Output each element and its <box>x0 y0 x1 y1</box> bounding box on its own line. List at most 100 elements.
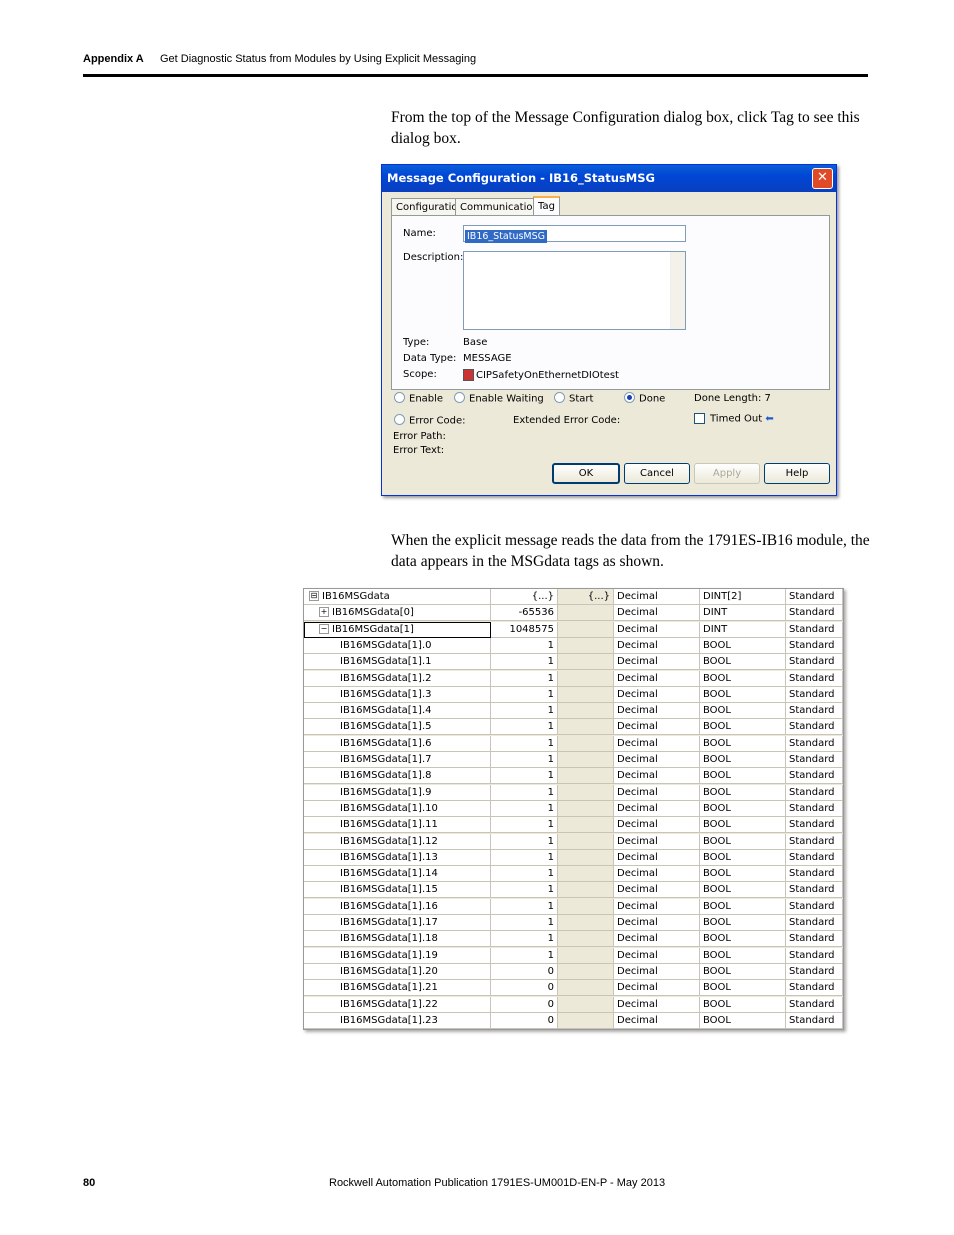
class-cell[interactable]: Standard <box>786 915 843 931</box>
table-row[interactable]: IB16MSGdata[1].11 1 Decimal BOOL Standard <box>304 817 843 834</box>
style-cell[interactable]: Decimal <box>614 637 700 654</box>
style-cell[interactable]: Decimal <box>614 719 700 736</box>
value-cell[interactable]: 1 <box>491 817 558 834</box>
value-cell[interactable]: 0 <box>491 963 558 980</box>
data-type-cell[interactable]: BOOL <box>700 637 786 654</box>
class-cell[interactable]: Standard <box>786 621 843 638</box>
description-scrollbar[interactable] <box>670 252 685 329</box>
class-cell[interactable]: Standard <box>786 735 843 752</box>
style-cell[interactable]: Decimal <box>614 800 700 817</box>
class-cell[interactable]: Standard <box>786 882 843 899</box>
class-cell[interactable]: Standard <box>786 605 843 622</box>
tab-communication[interactable]: Communication <box>455 198 544 216</box>
tag-name-cell[interactable]: IB16MSGdata[1].3 <box>304 686 491 703</box>
value-cell[interactable]: 1 <box>491 947 558 964</box>
table-row[interactable]: IB16MSGdata[1].14 1 Decimal BOOL Standard <box>304 866 843 883</box>
table-row[interactable]: IB16MSGdata[1].4 1 Decimal BOOL Standard <box>304 703 843 720</box>
data-type-cell[interactable]: BOOL <box>700 686 786 703</box>
style-cell[interactable]: Decimal <box>614 963 700 980</box>
tag-name-cell[interactable]: − IB16MSGdata[1] <box>304 621 491 638</box>
style-cell[interactable]: Decimal <box>614 768 700 785</box>
tag-name-cell[interactable]: IB16MSGdata[1].17 <box>304 915 491 931</box>
tag-name-cell[interactable]: IB16MSGdata[1].0 <box>304 637 491 654</box>
data-type-cell[interactable]: BOOL <box>700 996 786 1013</box>
data-type-cell[interactable]: BOOL <box>700 768 786 785</box>
style-cell[interactable]: Decimal <box>614 882 700 899</box>
class-cell[interactable]: Standard <box>786 963 843 980</box>
tag-name-cell[interactable]: IB16MSGdata[1].21 <box>304 980 491 997</box>
style-cell[interactable]: Decimal <box>614 735 700 752</box>
tag-name-cell[interactable]: IB16MSGdata[1].22 <box>304 996 491 1013</box>
data-type-cell[interactable]: BOOL <box>700 752 786 768</box>
table-row[interactable]: IB16MSGdata[1].7 1 Decimal BOOL Standard <box>304 752 843 768</box>
table-row[interactable]: IB16MSGdata[1].19 1 Decimal BOOL Standard <box>304 947 843 964</box>
force-mask-cell[interactable] <box>558 996 614 1013</box>
tag-name-cell[interactable]: IB16MSGdata[1].20 <box>304 963 491 980</box>
table-row[interactable]: IB16MSGdata[1].12 1 Decimal BOOL Standard <box>304 833 843 850</box>
tag-name-cell[interactable]: IB16MSGdata[1].14 <box>304 866 491 883</box>
value-cell[interactable]: 1 <box>491 882 558 899</box>
tag-name-cell[interactable]: IB16MSGdata[1].19 <box>304 947 491 964</box>
table-row[interactable]: IB16MSGdata[1].3 1 Decimal BOOL Standard <box>304 686 843 703</box>
data-type-cell[interactable]: BOOL <box>700 654 786 671</box>
tag-name-cell[interactable]: IB16MSGdata[1].7 <box>304 752 491 768</box>
tag-name-cell[interactable]: ⊟ IB16MSGdata <box>304 589 491 605</box>
style-cell[interactable]: Decimal <box>614 947 700 964</box>
style-cell[interactable]: Decimal <box>614 703 700 720</box>
force-mask-cell[interactable] <box>558 719 614 736</box>
tag-name-cell[interactable]: IB16MSGdata[1].11 <box>304 817 491 834</box>
data-type-cell[interactable]: BOOL <box>700 866 786 883</box>
class-cell[interactable]: Standard <box>786 833 843 850</box>
force-mask-cell[interactable] <box>558 637 614 654</box>
force-mask-cell[interactable] <box>558 817 614 834</box>
tab-tag[interactable]: Tag <box>533 196 560 217</box>
style-cell[interactable]: Decimal <box>614 589 700 605</box>
tag-name-cell[interactable]: IB16MSGdata[1].4 <box>304 703 491 720</box>
class-cell[interactable]: Standard <box>786 637 843 654</box>
table-row[interactable]: IB16MSGdata[1].13 1 Decimal BOOL Standard <box>304 849 843 866</box>
table-row[interactable]: − IB16MSGdata[1] 1048575 Decimal DINT Standar… <box>304 621 843 638</box>
value-cell[interactable]: 1 <box>491 784 558 801</box>
data-type-cell[interactable]: BOOL <box>700 882 786 899</box>
style-cell[interactable]: Decimal <box>614 1012 700 1029</box>
tag-name-cell[interactable]: IB16MSGdata[1].9 <box>304 784 491 801</box>
value-cell[interactable]: 1 <box>491 866 558 883</box>
force-mask-cell[interactable] <box>558 866 614 883</box>
value-cell[interactable]: 1 <box>491 637 558 654</box>
tag-name-cell[interactable]: IB16MSGdata[1].8 <box>304 768 491 785</box>
data-type-cell[interactable]: DINT <box>700 621 786 638</box>
data-type-cell[interactable]: BOOL <box>700 800 786 817</box>
class-cell[interactable]: Standard <box>786 670 843 687</box>
value-cell[interactable]: 0 <box>491 996 558 1013</box>
data-type-cell[interactable]: BOOL <box>700 735 786 752</box>
value-cell[interactable]: 1 <box>491 768 558 785</box>
style-cell[interactable]: Decimal <box>614 817 700 834</box>
expand-toggle-icon[interactable]: − <box>319 623 329 634</box>
expand-toggle-icon[interactable]: + <box>319 607 329 618</box>
style-cell[interactable]: Decimal <box>614 849 700 866</box>
force-mask-cell[interactable] <box>558 670 614 687</box>
table-row[interactable]: IB16MSGdata[1].15 1 Decimal BOOL Standard <box>304 882 843 899</box>
style-cell[interactable]: Decimal <box>614 915 700 931</box>
class-cell[interactable]: Standard <box>786 589 843 605</box>
style-cell[interactable]: Decimal <box>614 752 700 768</box>
data-type-cell[interactable]: BOOL <box>700 784 786 801</box>
class-cell[interactable]: Standard <box>786 703 843 720</box>
tag-name-cell[interactable]: IB16MSGdata[1].6 <box>304 735 491 752</box>
style-cell[interactable]: Decimal <box>614 605 700 622</box>
force-mask-cell[interactable] <box>558 833 614 850</box>
tag-name-cell[interactable]: + IB16MSGdata[0] <box>304 605 491 622</box>
force-mask-cell[interactable] <box>558 752 614 768</box>
value-cell[interactable]: {...} <box>491 589 558 605</box>
data-type-cell[interactable]: BOOL <box>700 947 786 964</box>
name-field[interactable]: IB16_StatusMSG <box>463 225 686 243</box>
class-cell[interactable]: Standard <box>786 866 843 883</box>
class-cell[interactable]: Standard <box>786 654 843 671</box>
help-button[interactable]: Help <box>764 463 830 484</box>
class-cell[interactable]: Standard <box>786 768 843 785</box>
value-cell[interactable]: 0 <box>491 980 558 997</box>
value-cell[interactable]: 1 <box>491 915 558 931</box>
data-type-cell[interactable]: BOOL <box>700 719 786 736</box>
cancel-button[interactable]: Cancel <box>624 463 690 484</box>
force-mask-cell[interactable] <box>558 931 614 948</box>
